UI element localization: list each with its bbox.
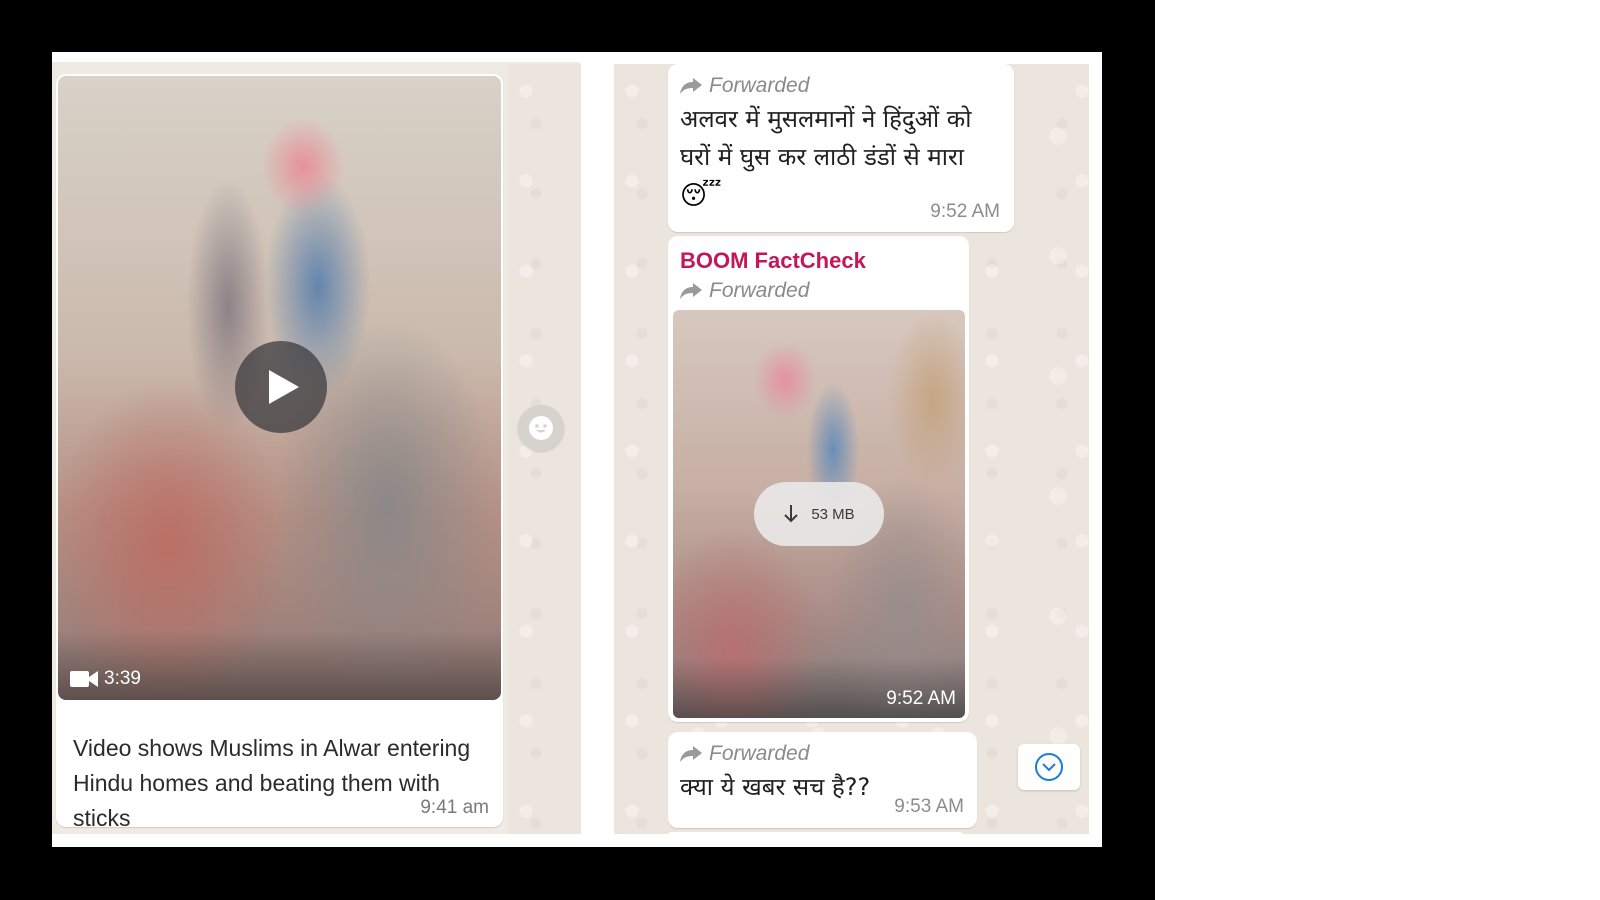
message-time: 9:52 AM — [886, 688, 956, 709]
scroll-to-bottom-button[interactable] — [1018, 744, 1080, 790]
download-button[interactable]: 53 MB — [754, 482, 884, 546]
forwarded-label: Forwarded — [680, 278, 809, 304]
sender-name: BOOM FactCheck — [680, 248, 866, 273]
video-message-bubble: 3:39 Video shows Muslims in Alwar enteri… — [56, 74, 503, 831]
forwarded-text: Forwarded — [709, 279, 810, 302]
download-size: 53 MB — [811, 505, 855, 523]
forwarded-text-message: Forwarded अलवर में मुसलमानों ने हिंदुओं … — [668, 64, 1014, 232]
screenshot-composite: 3:39 Video shows Muslims in Alwar enteri… — [52, 52, 1102, 847]
sleeping-emoji: 😴 — [680, 180, 722, 210]
emoji-reaction-button[interactable] — [518, 405, 564, 451]
video-thumbnail[interactable]: 3:39 — [58, 76, 501, 700]
message-time: 9:52 AM — [930, 201, 1000, 222]
message-time: 9:53 AM — [894, 796, 964, 817]
black-frame: 3:39 Video shows Muslims in Alwar enteri… — [0, 0, 1155, 900]
video-camera-icon — [70, 671, 98, 687]
message-time: 9:41 am — [420, 797, 489, 818]
video-duration-text: 3:39 — [104, 668, 141, 689]
message-text: अलवर में मुसलमानों ने हिंदुओं को घरों मे… — [680, 105, 972, 171]
forwarded-question-message: Forwarded क्या ये खबर सच है?? 9:53 AM — [668, 732, 977, 828]
chevron-down-circle-icon — [1035, 753, 1063, 781]
forwarded-text: Forwarded — [709, 742, 810, 765]
forward-arrow-icon — [680, 78, 702, 94]
video-caption: Video shows Muslims in Alwar entering Hi… — [73, 735, 471, 831]
forwarded-video-message: BOOM FactCheck Forwarded 53 MB 9:52 AM — [668, 236, 969, 722]
next-message-peek — [668, 832, 963, 836]
forwarded-label: Forwarded — [680, 741, 809, 767]
emoji-icon — [529, 416, 553, 440]
video-duration: 3:39 — [70, 668, 141, 690]
play-button[interactable] — [235, 341, 327, 433]
video-thumbnail[interactable]: 53 MB 9:52 AM — [673, 310, 965, 718]
forwarded-label: Forwarded — [680, 73, 809, 99]
download-arrow-icon — [784, 505, 799, 523]
forwarded-text: Forwarded — [709, 74, 810, 97]
forward-arrow-icon — [680, 283, 702, 299]
play-icon — [269, 370, 299, 404]
message-text: क्या ये खबर सच है?? — [680, 773, 871, 801]
forward-arrow-icon — [680, 746, 702, 762]
